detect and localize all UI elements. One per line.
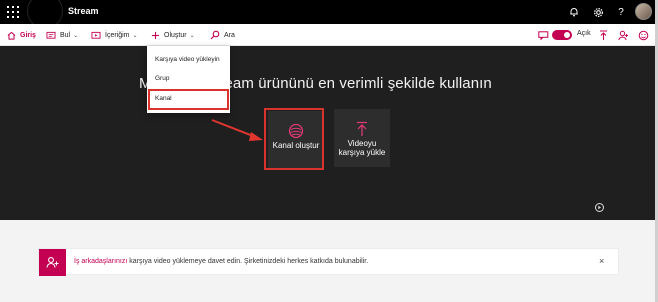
chevron-down-icon: ⌄ <box>132 32 138 39</box>
smiley-icon[interactable] <box>636 28 650 42</box>
stream-window: Stream ? Giriş Bul ⌄ İçeriğim ⌄ Oluştur ⌄ <box>0 0 658 302</box>
invite-icon <box>39 249 66 276</box>
gear-icon[interactable] <box>590 4 606 20</box>
nav-my-content-label: İçeriğim <box>105 31 130 39</box>
avatar[interactable] <box>635 3 652 20</box>
arrow-icon <box>211 119 263 141</box>
invite-link[interactable]: İş arkadaşlarınızı <box>74 258 127 265</box>
nav-search-label: Ara <box>224 31 235 39</box>
nav-home[interactable]: Giriş <box>7 24 36 46</box>
close-icon[interactable]: × <box>599 256 604 266</box>
nav-create-label: Oluştur <box>164 31 187 39</box>
create-channel-highlight <box>264 108 324 170</box>
upload-video-tile[interactable]: Videoyu karşıya yükle <box>334 109 390 167</box>
play-icon[interactable] <box>595 203 604 212</box>
menu-item-upload-video[interactable]: Karşıya video yükleyin <box>147 49 230 69</box>
channel-highlight <box>148 89 229 110</box>
app-name[interactable]: Stream <box>68 6 99 16</box>
nav-home-label: Giriş <box>20 31 36 39</box>
nav-my-content[interactable]: İçeriğim ⌄ <box>91 24 138 46</box>
chevron-down-icon: ⌄ <box>189 32 195 39</box>
home-icon <box>7 31 16 40</box>
my-content-icon <box>91 31 101 39</box>
nav-bar: Giriş Bul ⌄ İçeriğim ⌄ Oluştur ⌄ Ara Açık <box>0 24 658 46</box>
chevron-down-icon: ⌄ <box>73 32 79 39</box>
invite-notice: İş arkadaşlarınızı karşıya video yükleme… <box>38 248 619 276</box>
bell-icon[interactable] <box>566 4 582 20</box>
search-icon <box>210 30 220 40</box>
toggle-label: Açık <box>577 30 591 37</box>
plus-icon <box>151 31 160 39</box>
invite-message: karşıya video yüklemeye davet edin. Şirk… <box>127 258 369 265</box>
nav-discover[interactable]: Bul ⌄ <box>46 24 78 46</box>
dark-mode-toggle[interactable] <box>552 30 572 40</box>
person-icon[interactable] <box>616 28 630 42</box>
invite-notice-text: İş arkadaşlarınızı karşıya video yükleme… <box>74 258 368 265</box>
create-menu: Karşıya video yükleyin Grup Kanal <box>147 46 230 113</box>
upload-icon <box>357 121 367 136</box>
nav-discover-label: Bul <box>60 31 71 39</box>
hero-banner: Microsoft Stream ürününü en verimli şeki… <box>0 46 658 220</box>
top-bar: Stream ? <box>0 0 658 28</box>
upload-video-label: Videoyu karşıya yükle <box>338 139 386 157</box>
nav-create[interactable]: Oluştur ⌄ <box>151 24 195 46</box>
upload-icon[interactable] <box>596 28 610 42</box>
discover-icon <box>46 31 56 39</box>
menu-item-group[interactable]: Grup <box>147 68 230 88</box>
caption-icon[interactable] <box>536 28 550 42</box>
nav-search[interactable]: Ara <box>210 24 235 46</box>
help-icon[interactable]: ? <box>613 4 629 20</box>
waffle-icon[interactable] <box>7 6 19 18</box>
